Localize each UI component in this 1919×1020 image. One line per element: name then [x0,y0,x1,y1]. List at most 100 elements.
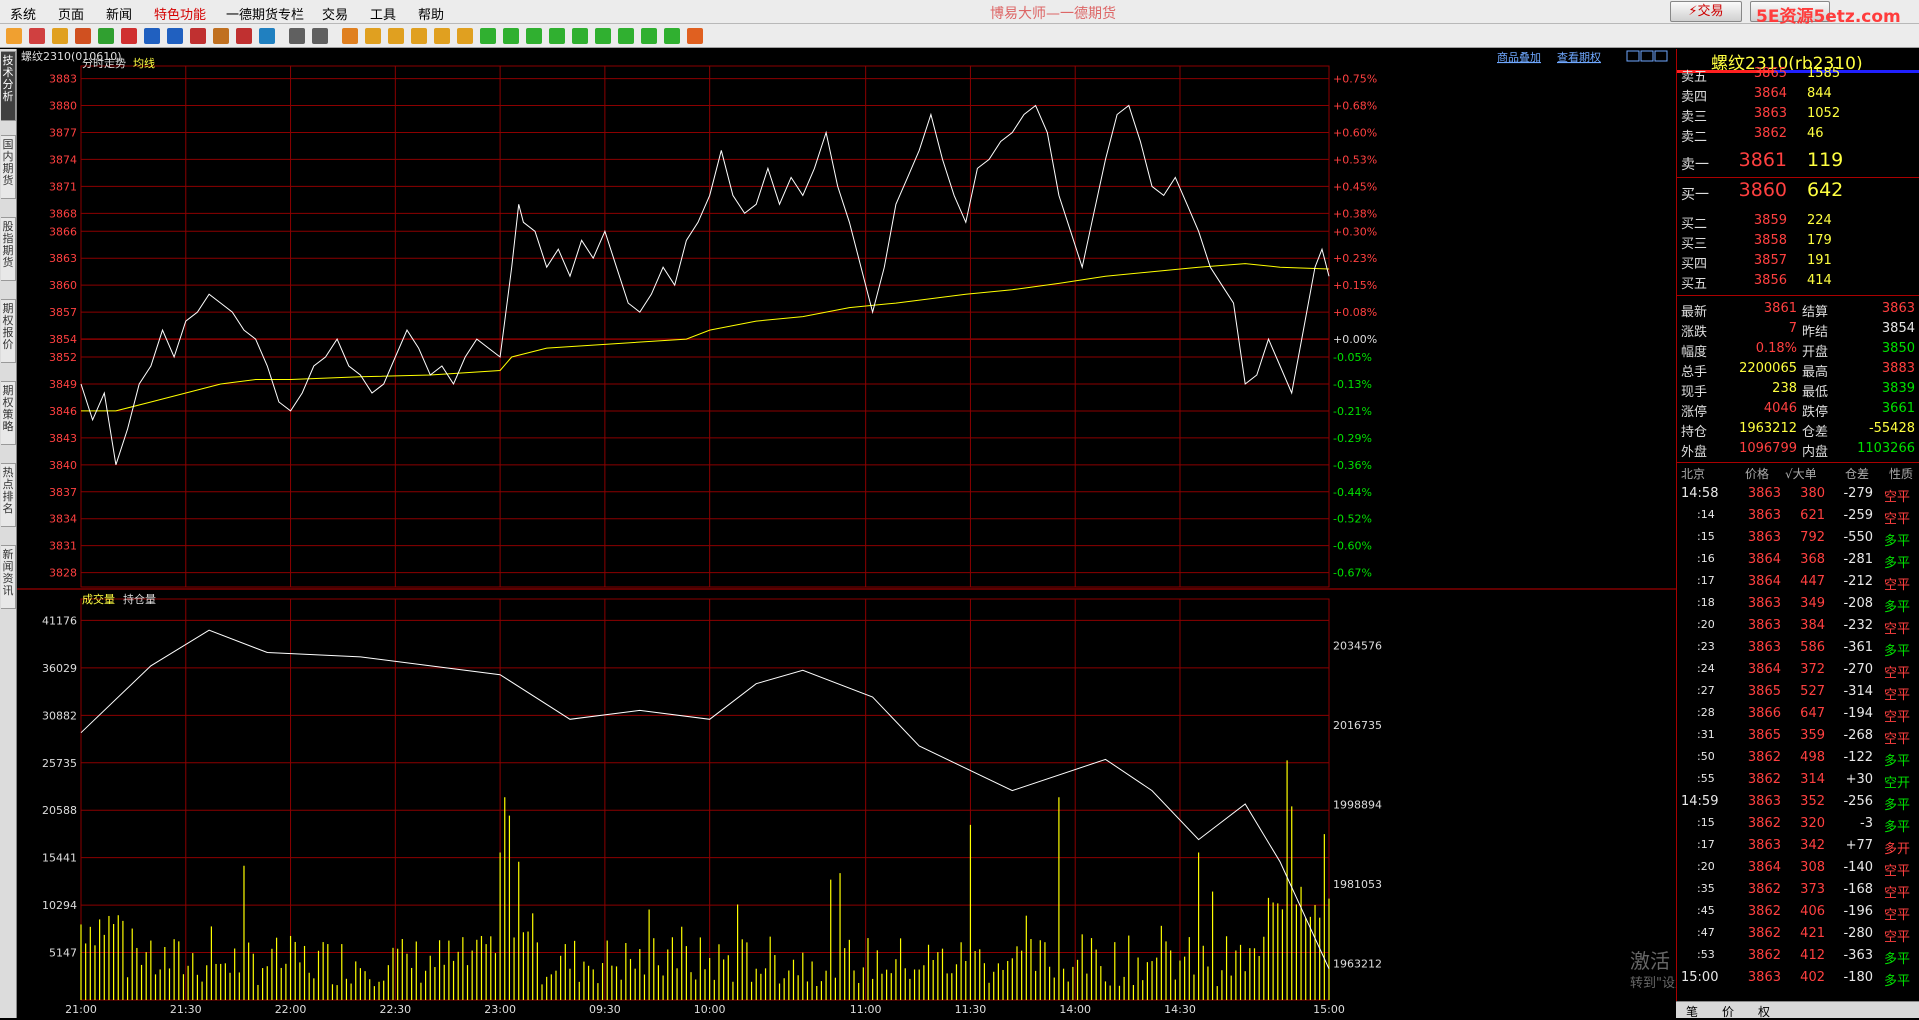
tab-rights[interactable]: 权 [1758,1003,1770,1020]
overlay-commodity-link[interactable]: 商品叠加 [1497,50,1541,64]
toolbar-button-20[interactable] [457,28,473,44]
stat-label: 涨跌 [1681,325,1708,340]
toolbar-button-11[interactable] [236,28,252,44]
volume-tick-label: 36029 [42,662,77,675]
stat-value: 4046 [1763,401,1797,416]
tick-volume: 421 [1800,926,1825,941]
stat-value: 1963212 [1739,421,1797,436]
tick-volume: 342 [1800,838,1825,853]
tick-nature: 空平 [1884,490,1911,505]
percent-tick-label: +0.30% [1333,225,1377,238]
quote-panel: 螺纹2310(rb2310) 卖五 3865 1585 卖四 3864 844 卖三 3863… [1676,49,1919,1018]
toolbar-button-27[interactable] [618,28,634,44]
menu-news[interactable]: 新闻 [106,4,132,23]
tick-volume: 314 [1800,772,1825,787]
tab-ticks[interactable]: 笔 [1686,1003,1698,1020]
quote-title-bar [1677,70,1919,73]
tick-nature: 空平 [1884,622,1911,637]
tick-volume: 349 [1800,596,1825,611]
tick-price: 3864 [1747,574,1781,589]
sidebar-tab-option-quotes[interactable]: 期权报价 [1,299,16,363]
toolbar-button-12[interactable] [259,28,275,44]
tick-time: :15 [1697,816,1715,829]
toolbar-button-18[interactable] [411,28,427,44]
menu-page[interactable]: 页面 [58,4,84,23]
stat-value: 3661 [1881,401,1915,416]
view-options-link[interactable]: 查看期权 [1557,50,1601,64]
toolbar-button-5[interactable] [98,28,114,44]
toolbar-button-1[interactable] [6,28,22,44]
menu-system[interactable]: 系统 [10,4,36,23]
toolbar-button-7[interactable] [144,28,160,44]
tick-oi-change: -212 [1843,574,1873,589]
sidebar-tab-news[interactable]: 新闻资讯 [1,545,16,609]
menu-yide-column[interactable]: 一德期货专栏 [226,4,304,23]
time-tick-label: 22:00 [275,1003,307,1016]
toolbar-button-9[interactable] [190,28,206,44]
sidebar-tab-hot-ranking[interactable]: 热点排名 [1,463,16,527]
time-tick-label: 11:00 [850,1003,882,1016]
trade-button[interactable]: ⚡交易 [1670,1,1742,22]
toolbar-button-14[interactable] [312,28,328,44]
toolbar-button-29[interactable] [664,28,680,44]
menu-help[interactable]: 帮助 [418,4,444,23]
sidebar-tab-option-strategy[interactable]: 期权策略 [1,381,16,445]
menu-trade[interactable]: 交易 [322,4,348,23]
tick-nature: 多平 [1884,754,1911,769]
sidebar-tab-domestic-futures[interactable]: 国内期货 [1,135,16,199]
sidebar-tab-index-futures[interactable]: 股指期货 [1,217,16,281]
tick-oi-change: -314 [1843,684,1873,699]
percent-tick-label: +0.08% [1333,306,1377,319]
toolbar-button-3[interactable] [52,28,68,44]
intraday-chart[interactable]: 螺纹2310(010610) 商品叠加 查看期权 388338803877387… [17,49,1676,1018]
bid-price: 3860 [1738,179,1787,201]
toolbar-button-17[interactable] [388,28,404,44]
ask-price: 3861 [1738,149,1787,171]
price-tick-label: 3880 [49,100,77,113]
tick-volume: 308 [1800,860,1825,875]
sidebar-tab-technical[interactable]: 技术分析 [1,51,16,121]
tick-time: :20 [1697,618,1715,631]
toolbar-button-10[interactable] [213,28,229,44]
menu-special-features[interactable]: 特色功能 [154,4,206,23]
toolbar-button-25[interactable] [572,28,588,44]
toolbar-button-26[interactable] [595,28,611,44]
toolbar-button-24[interactable] [549,28,565,44]
percent-tick-label: +0.75% [1333,73,1377,86]
toolbar-button-23[interactable] [526,28,542,44]
percent-tick-label: +0.53% [1333,153,1377,166]
tick-nature: 多平 [1884,952,1911,967]
percent-tick-label: +0.00% [1333,333,1377,346]
toolbar-button-6[interactable] [121,28,137,44]
toolbar-button-16[interactable] [365,28,381,44]
percent-tick-label: +0.38% [1333,207,1377,220]
percent-tick-label: +0.60% [1333,126,1377,139]
tick-time: :16 [1697,552,1715,565]
tick-price: 3864 [1747,552,1781,567]
tick-price: 3863 [1747,838,1781,853]
toolbar-button-19[interactable] [434,28,450,44]
tick-time: :50 [1697,750,1715,763]
tick-oi-change: -140 [1843,860,1873,875]
stat-value: -55428 [1868,421,1915,436]
tick-volume: 359 [1800,728,1825,743]
toolbar-button-30[interactable] [687,28,703,44]
toolbar-button-2[interactable] [29,28,45,44]
menu-tools[interactable]: 工具 [370,4,396,23]
toolbar-button-28[interactable] [641,28,657,44]
tick-time: :17 [1697,838,1715,851]
tab-price[interactable]: 价 [1722,1003,1734,1020]
toolbar-button-15[interactable] [342,28,358,44]
toolbar-button-21[interactable] [480,28,496,44]
toolbar-button-13[interactable] [289,28,305,44]
toolbar-button-22[interactable] [503,28,519,44]
tick-time: 15:00 [1681,970,1719,985]
ticks-separator [1677,462,1919,463]
stat-value: 3854 [1881,321,1915,336]
tick-price: 3863 [1747,618,1781,633]
toolbar-button-4[interactable] [75,28,91,44]
tick-volume: 402 [1800,970,1825,985]
stat-value: 3863 [1881,301,1915,316]
volume-tick-label: 41176 [42,614,77,627]
toolbar-button-8[interactable] [167,28,183,44]
